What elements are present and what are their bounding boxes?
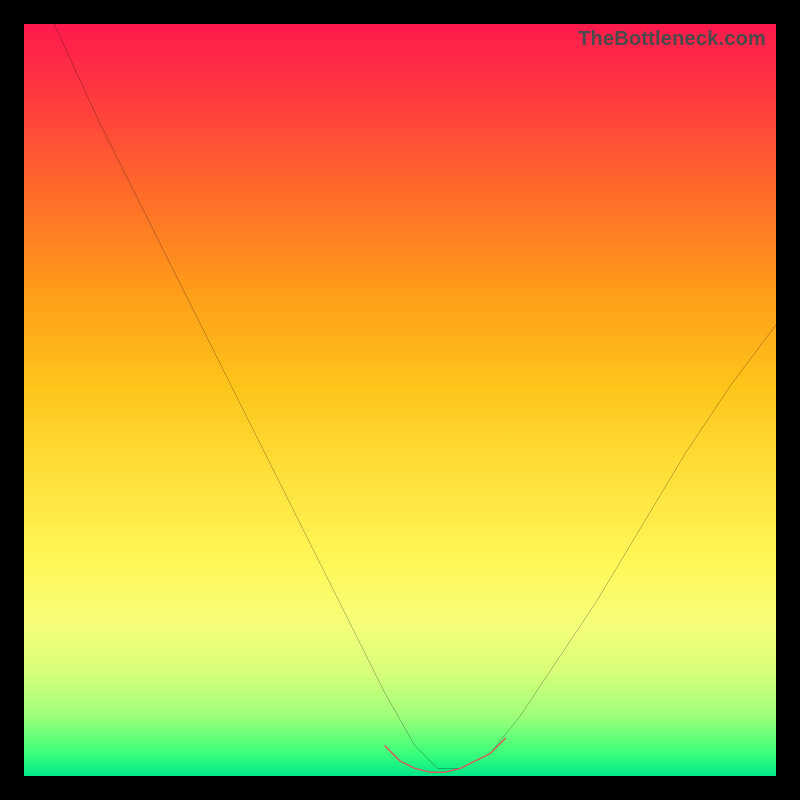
bottom-marker-line — [385, 738, 505, 772]
plot-area: TheBottleneck.com — [24, 24, 776, 776]
chart-overlay — [24, 24, 776, 776]
chart-frame: TheBottleneck.com — [0, 0, 800, 800]
curve-line — [54, 24, 776, 768]
